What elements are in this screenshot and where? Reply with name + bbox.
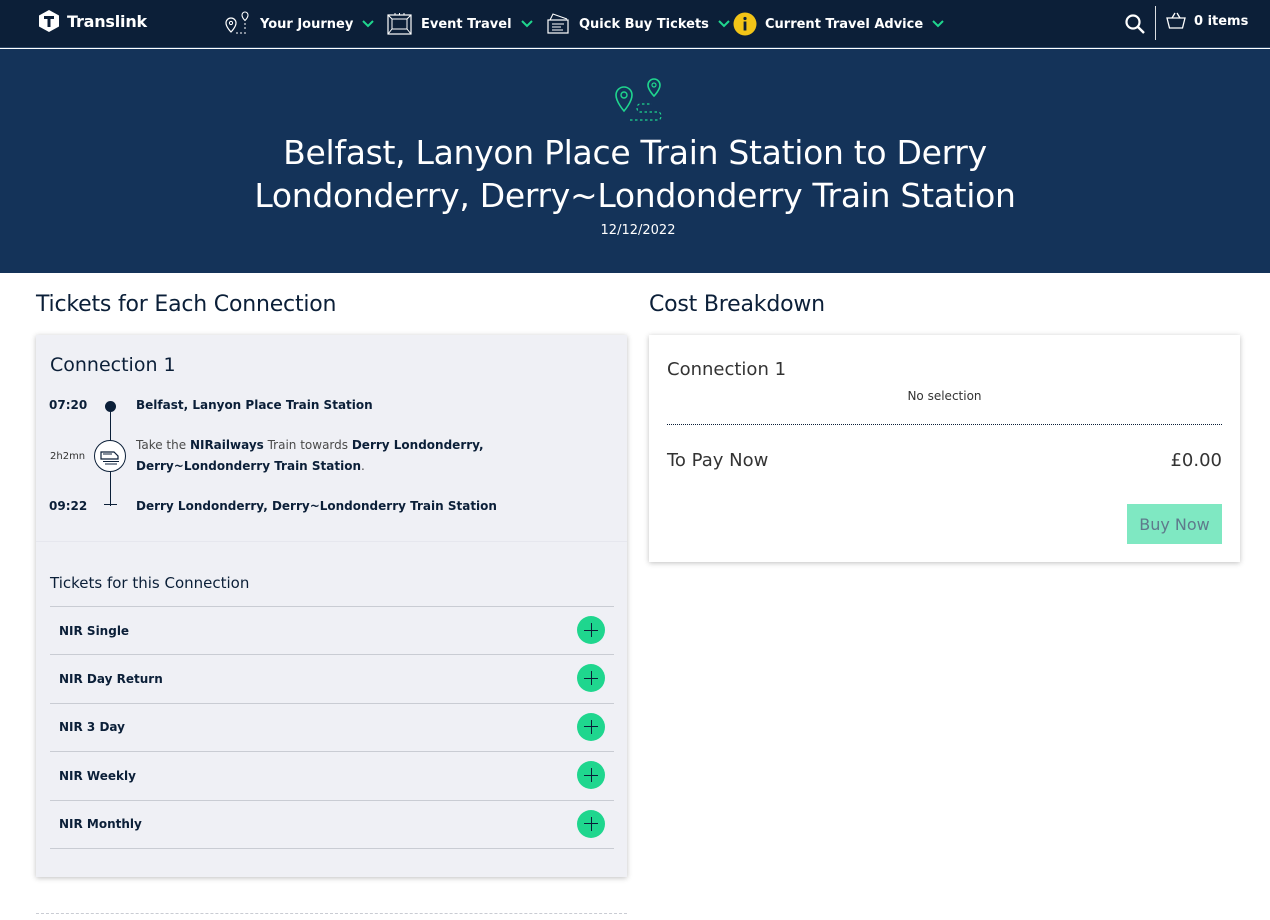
add-ticket-button[interactable]	[577, 809, 605, 838]
translink-logo-icon	[39, 10, 59, 32]
ticket-name: NIR Monthly	[59, 817, 142, 832]
ticket-list: NIR Single NIR Day Return NIR 3 Day NIR …	[50, 606, 614, 849]
nav-current-travel-advice-label: Current Travel Advice	[765, 16, 924, 32]
ticket-name: NIR 3 Day	[59, 720, 125, 735]
ticket-row-nir-monthly: NIR Monthly	[50, 801, 614, 849]
journey-duration: 2h2mn	[50, 451, 86, 462]
tickets-icon	[547, 13, 569, 34]
translink-logo[interactable]: Translink	[37, 8, 147, 34]
ticket-row-nir-single: NIR Single	[50, 607, 614, 656]
basket-icon	[1166, 12, 1186, 29]
arrival-time: 09:22	[49, 499, 88, 513]
chevron-down-icon	[520, 20, 533, 28]
top-navigation: Translink Your Journey Event Travel Quic…	[0, 0, 1270, 48]
map-pin-route-icon	[225, 11, 249, 34]
journey-route-icon	[615, 78, 662, 121]
tickets-section-title: Tickets for Each Connection	[36, 292, 337, 317]
nav-event-travel-label: Event Travel	[421, 16, 512, 32]
stadium-icon	[387, 13, 412, 35]
train-icon	[94, 440, 126, 472]
ticket-row-nir-day-return: NIR Day Return	[50, 655, 614, 704]
basket-count: 0 items	[1194, 13, 1249, 29]
basket-button[interactable]: 0 items	[1166, 12, 1248, 30]
arrival-stop: Derry Londonderry, Derry~Londonderry Tra…	[136, 499, 497, 513]
cost-connection-heading: Connection 1	[667, 359, 787, 380]
leg-suffix: .	[361, 459, 365, 473]
timeline-start-dot	[105, 401, 116, 412]
connection-card: Connection 1 07:20 Belfast, Lanyon Place…	[36, 335, 627, 877]
to-pay-now-label: To Pay Now	[667, 450, 769, 471]
leg-operator: NIRailways	[189, 438, 264, 452]
add-ticket-button[interactable]	[577, 664, 605, 693]
search-icon[interactable]	[1124, 13, 1146, 35]
ticket-row-nir-3-day: NIR 3 Day	[50, 704, 614, 753]
chevron-down-icon	[932, 20, 944, 28]
ticket-name: NIR Weekly	[59, 768, 136, 783]
journey-hero: Belfast, Lanyon Place Train Station to D…	[0, 49, 1270, 273]
ticket-row-nir-weekly: NIR Weekly	[50, 752, 614, 801]
brand-name: Translink	[67, 11, 147, 31]
tickets-for-connection-heading: Tickets for this Connection	[50, 574, 250, 592]
cost-breakdown-card: Connection 1 No selection To Pay Now £0.…	[649, 335, 1240, 562]
nav-your-journey-label: Your Journey	[260, 16, 354, 32]
selection-status: No selection	[907, 389, 982, 403]
add-ticket-button[interactable]	[577, 616, 605, 644]
journey-title: Belfast, Lanyon Place Train Station to D…	[254, 133, 1016, 215]
leg-prefix: Take the	[136, 438, 190, 452]
nav-quick-buy-tickets[interactable]: Quick Buy Tickets	[545, 10, 731, 38]
leg-description: Take the NIRailways Train towards Derry …	[136, 435, 606, 477]
dotted-divider	[667, 424, 1222, 425]
connection-heading: Connection 1	[50, 354, 176, 376]
nav-quick-buy-tickets-label: Quick Buy Tickets	[579, 16, 709, 32]
nav-your-journey[interactable]: Your Journey	[224, 10, 375, 38]
info-icon	[733, 12, 757, 36]
card-divider	[36, 541, 627, 542]
nav-current-travel-advice[interactable]: Current Travel Advice	[733, 10, 945, 38]
add-ticket-button[interactable]	[577, 761, 605, 790]
nav-event-travel[interactable]: Event Travel	[386, 10, 534, 38]
departure-time: 07:20	[49, 398, 88, 412]
buy-now-button[interactable]: Buy Now	[1127, 504, 1222, 544]
leg-middle: Train towards	[263, 438, 352, 452]
bottom-divider	[36, 913, 627, 914]
cost-breakdown-title: Cost Breakdown	[649, 292, 825, 317]
ticket-name: NIR Day Return	[59, 672, 163, 687]
chevron-down-icon	[718, 20, 730, 28]
add-ticket-button[interactable]	[577, 712, 605, 741]
total-amount: £0.00	[1170, 450, 1222, 471]
chevron-down-icon	[362, 20, 375, 28]
journey-date: 12/12/2022	[600, 223, 676, 238]
nav-divider	[1155, 6, 1156, 40]
ticket-name: NIR Single	[59, 623, 130, 638]
departure-stop: Belfast, Lanyon Place Train Station	[136, 398, 373, 412]
timeline-end-marker	[104, 504, 117, 505]
